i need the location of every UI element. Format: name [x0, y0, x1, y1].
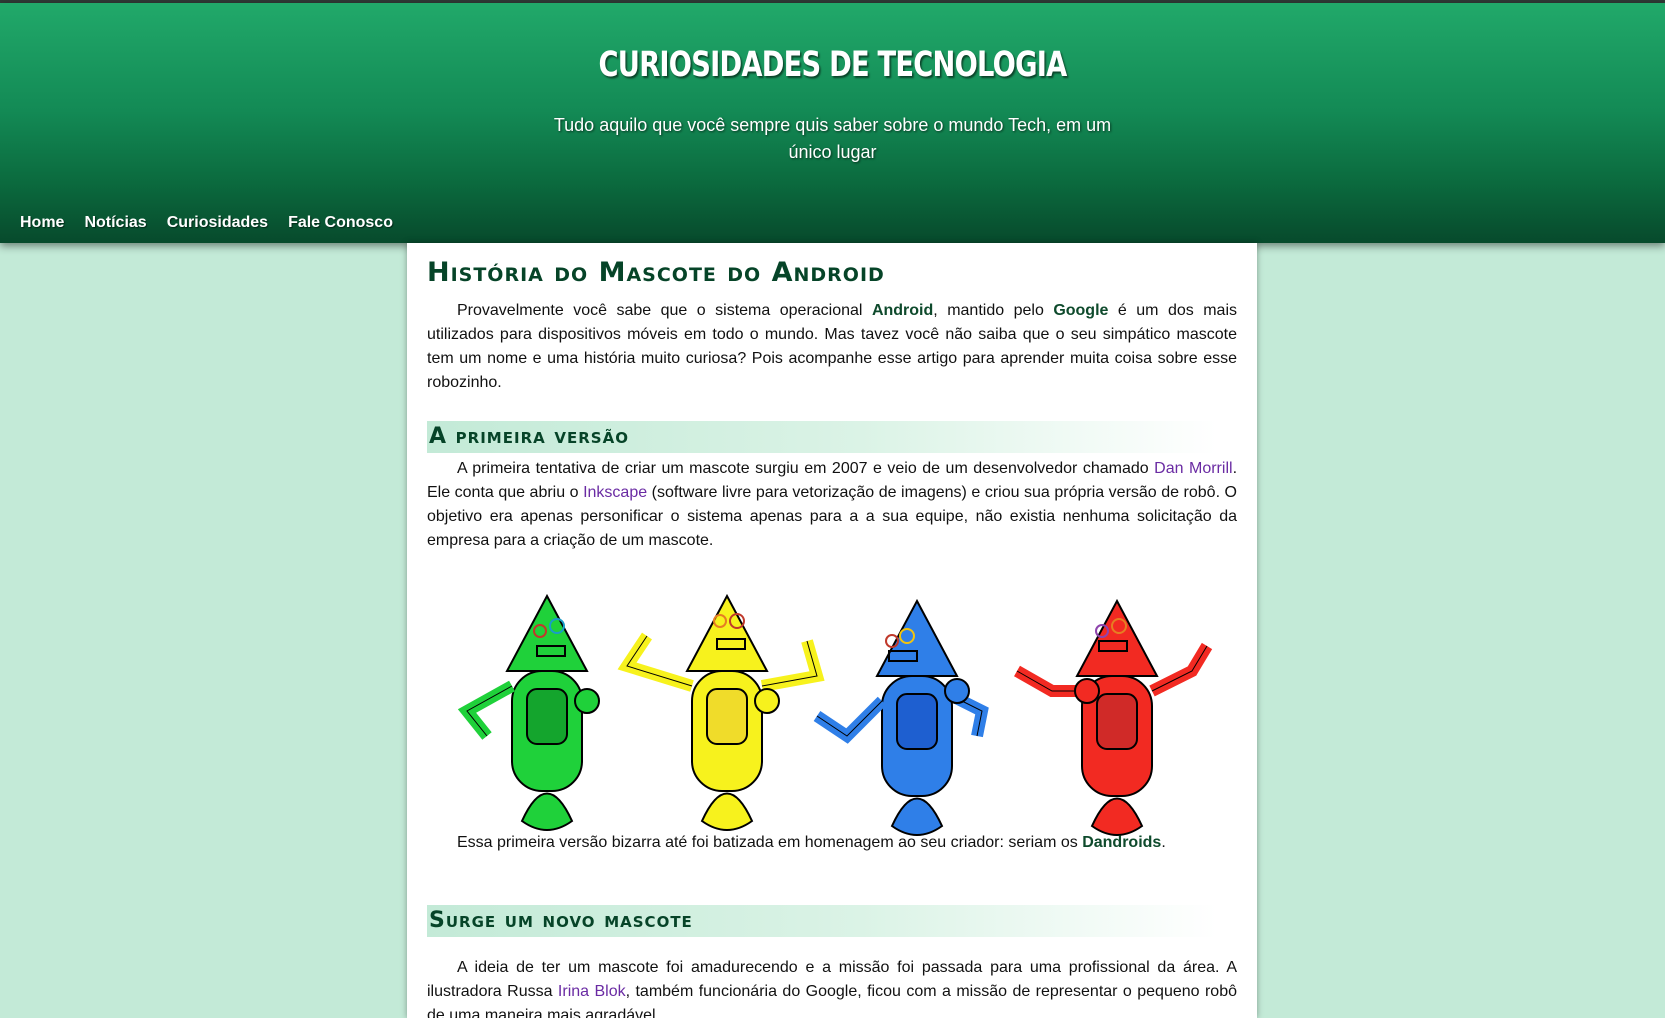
- dandroids-term: Dandroids: [1082, 834, 1162, 851]
- google-term: Google: [1053, 302, 1109, 319]
- s1p2-text-1: Essa primeira versão bizarra até foi bat…: [457, 834, 1083, 851]
- intro-text-1: Provavelmente você sabe que o sistema op…: [457, 302, 872, 319]
- section2-paragraph: A ideia de ter um mascote foi amadurecen…: [427, 956, 1237, 1018]
- irina-blok-link[interactable]: Irina Blok: [558, 983, 626, 1000]
- yellow-robot: [617, 593, 825, 831]
- section1-paragraph: A primeira tentativa de criar um mascote…: [427, 457, 1237, 553]
- red-robot: [1014, 598, 1213, 836]
- dandroids-paragraph: Essa primeira versão bizarra até foi bat…: [427, 831, 1237, 855]
- site-subtitle: Tudo aquilo que você sempre quis saber s…: [553, 115, 1112, 162]
- nav-fale-conosco[interactable]: Fale Conosco: [278, 214, 403, 232]
- intro-text-2: , mantido pelo: [933, 302, 1054, 319]
- dandroids-image: [457, 593, 1213, 836]
- section1-heading-text: A primeira versão: [429, 424, 629, 449]
- s1p2-text-2: .: [1161, 834, 1166, 851]
- section-heading-primeira-versao: A primeira versão: [427, 421, 1217, 453]
- inkscape-link[interactable]: Inkscape: [583, 484, 647, 501]
- blue-robot: [813, 598, 989, 836]
- nav-noticias[interactable]: Notícias: [74, 214, 156, 232]
- site-header: CURIOSIDADES DE TECNOLOGIA Tudo aquilo q…: [0, 3, 1665, 243]
- section-heading-novo-mascote: Surge um novo mascote: [427, 905, 1217, 937]
- intro-paragraph: Provavelmente você sabe que o sistema op…: [427, 299, 1237, 395]
- s1-text-1: A primeira tentativa de criar um mascote…: [457, 460, 1155, 477]
- android-term: Android: [871, 302, 934, 319]
- main-nav: Home Notícias Curiosidades Fale Conosco: [10, 214, 403, 232]
- nav-curiosidades[interactable]: Curiosidades: [157, 214, 278, 232]
- dan-morrill-link[interactable]: Dan Morrill: [1154, 460, 1232, 477]
- article-container: História do Mascote do Android Provavelm…: [407, 243, 1257, 1018]
- nav-home[interactable]: Home: [10, 214, 74, 232]
- article-title: História do Mascote do Android: [427, 257, 885, 288]
- green-robot: [457, 593, 600, 831]
- section2-heading-text: Surge um novo mascote: [429, 908, 693, 933]
- site-title: CURIOSIDADES DE TECNOLOGIA: [598, 45, 1068, 85]
